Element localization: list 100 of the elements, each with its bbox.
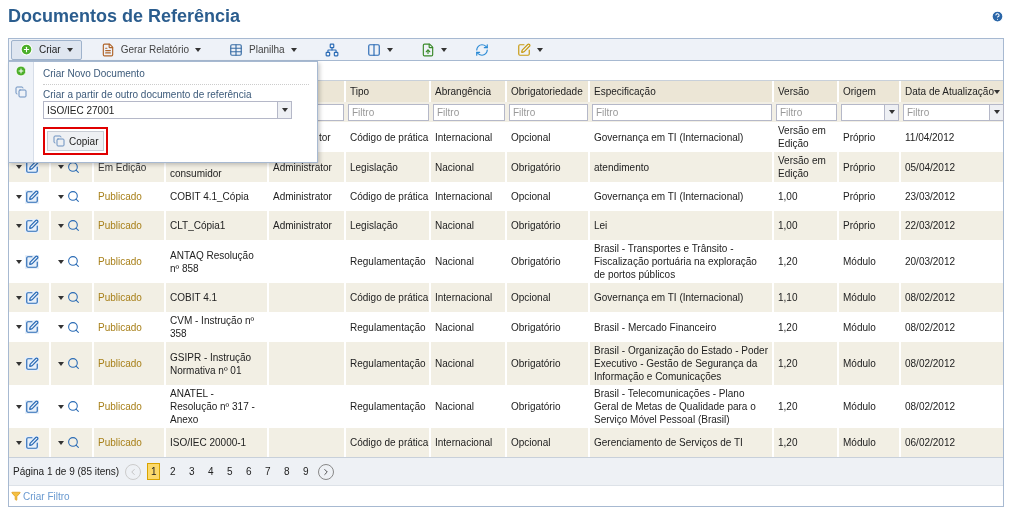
obligation-text: Obrigatório	[511, 160, 561, 174]
edit-icon[interactable]	[25, 320, 39, 334]
search-icon[interactable]	[67, 255, 80, 268]
table-icon	[229, 42, 244, 57]
page-button[interactable]: 5	[223, 463, 237, 480]
edit-icon[interactable]	[25, 435, 39, 450]
filter-icon	[11, 491, 21, 501]
page-button[interactable]: 1	[147, 463, 161, 480]
specification-text: Brasil - Organização do Estado - Poder Executivo - Gestão de Segurança da Informação e Comunicações	[594, 344, 768, 383]
column-header[interactable]: Origem	[843, 84, 876, 99]
search-icon[interactable]	[67, 320, 80, 334]
menu-item[interactable]: Criar Novo Documento	[43, 65, 309, 81]
column-header[interactable]: Tipo	[350, 84, 370, 99]
obligation-text: Obrigatório	[511, 255, 561, 268]
column-header[interactable]: Obrigatoriedade	[511, 84, 583, 99]
author-text: Administrator	[273, 219, 332, 232]
caret-icon	[58, 223, 64, 228]
scope-text: Nacional	[435, 219, 474, 232]
date-text: 08/02/2012	[905, 400, 956, 413]
column-header[interactable]: Data de Atualização	[905, 84, 994, 99]
caret-icon	[58, 440, 64, 445]
toolbar-button[interactable]: Criar	[11, 39, 82, 60]
edit-icon[interactable]	[25, 189, 39, 204]
author-text: Administrator	[273, 160, 332, 174]
edit-icon[interactable]	[25, 218, 39, 233]
edit-icon[interactable]	[25, 254, 39, 269]
origin-text: Módulo	[843, 255, 876, 268]
copy-icon	[53, 135, 65, 147]
caret-icon	[58, 295, 64, 300]
page-button[interactable]: 2	[166, 463, 180, 480]
columns-icon	[366, 42, 381, 57]
plus-icon	[20, 43, 33, 56]
edit-icon[interactable]	[25, 356, 39, 371]
caret-icon	[993, 110, 1000, 114]
document-select[interactable]: ISO/IEC 27001	[43, 101, 292, 119]
page-button[interactable]: 3	[185, 463, 199, 480]
document-name: CVM - Instrução nº 358	[170, 314, 256, 340]
column-header[interactable]: Abrangência	[435, 84, 492, 99]
page-button[interactable]: 4	[204, 463, 218, 480]
edit-icon	[516, 42, 531, 57]
version-text: 1,10	[778, 291, 798, 304]
status-text: Publicado	[98, 219, 142, 232]
field-label: Criar a partir de outro documento de referência	[43, 88, 253, 101]
page-button[interactable]: 8	[280, 463, 294, 480]
search-icon[interactable]	[67, 291, 80, 304]
toolbar-button[interactable]: Gerar Relatório	[91, 39, 211, 60]
column-header[interactable]: Versão	[778, 84, 810, 99]
obligation-text: Opcional	[511, 436, 551, 449]
date-text: 05/04/2012	[905, 160, 956, 174]
type-text: Regulamentação	[350, 255, 426, 268]
scope-text: Internacional	[435, 190, 493, 203]
caret-icon	[58, 404, 64, 409]
status-text: Publicado	[98, 320, 142, 334]
filter-field[interactable]: Filtro	[348, 103, 429, 121]
date-text: 11/04/2012	[905, 130, 955, 144]
status-text: Publicado	[98, 255, 142, 268]
caret-icon	[281, 108, 288, 112]
document-name: ANTAQ Resolução nº 858	[170, 248, 255, 275]
page-button[interactable]: 6	[242, 463, 256, 480]
origin-text: Próprio	[843, 190, 876, 203]
filter-field[interactable]: Filtro	[433, 103, 505, 121]
page-button[interactable]: 7	[261, 463, 275, 480]
obligation-text: Obrigatório	[511, 320, 561, 334]
obligation-text: Opcional	[511, 190, 551, 203]
specification-text: Governança em TI (Internacional)	[594, 190, 744, 203]
version-text: 1,20	[778, 255, 798, 268]
type-text: Código de prática	[350, 130, 429, 144]
search-icon[interactable]	[67, 219, 80, 232]
help-icon[interactable]	[991, 9, 1004, 23]
date-text: 23/03/2012	[905, 190, 956, 203]
type-text: Regulamentação	[350, 357, 426, 370]
toolbar-button[interactable]: Planilha	[220, 39, 306, 60]
search-icon[interactable]	[67, 160, 80, 174]
edit-icon[interactable]	[25, 290, 39, 305]
page-button[interactable]: 9	[299, 463, 313, 480]
document-name: COBIT 4.1	[170, 291, 218, 304]
version-text: 1,20	[778, 436, 798, 449]
status-text: Publicado	[98, 436, 142, 449]
filter-field[interactable]: Filtro	[592, 103, 772, 121]
search-icon[interactable]	[67, 190, 80, 203]
obligation-text: Opcional	[511, 130, 551, 144]
date-text: 08/02/2012	[905, 291, 956, 304]
status-text: Publicado	[98, 400, 142, 413]
copy-button[interactable]: Copiar	[47, 131, 105, 151]
date-text: 22/03/2012	[905, 219, 956, 232]
origin-text: Módulo	[843, 291, 876, 304]
search-icon[interactable]	[67, 436, 80, 449]
scope-text: Nacional	[435, 255, 474, 268]
specification-text: Governança em TI (Internacional)	[594, 291, 744, 304]
search-icon[interactable]	[67, 400, 80, 413]
document-name: consumidor	[170, 167, 222, 180]
edit-icon[interactable]	[25, 399, 39, 414]
version-text: 1,20	[778, 400, 798, 413]
filter-field[interactable]: Filtro	[776, 103, 837, 121]
hierarchy-icon	[324, 42, 339, 57]
origin-text: Módulo	[843, 436, 876, 449]
search-icon[interactable]	[67, 357, 80, 370]
origin-text: Módulo	[843, 400, 876, 413]
filter-field[interactable]: Filtro	[509, 103, 588, 121]
column-header[interactable]: Especificação	[594, 84, 656, 99]
